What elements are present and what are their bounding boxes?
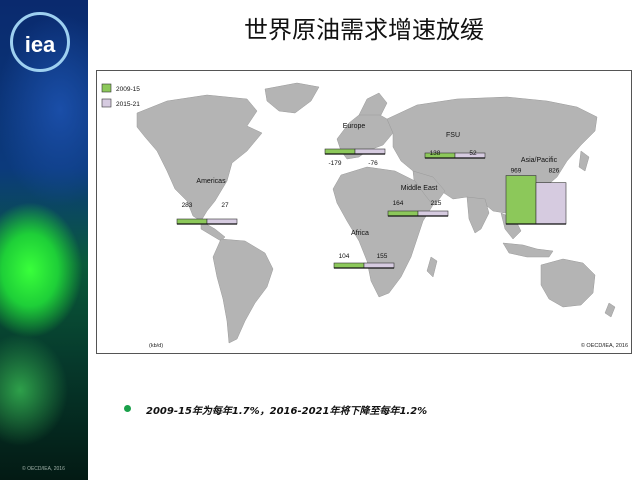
region-label-europe: Europe <box>343 123 366 130</box>
region-label-fsu: FSU <box>446 132 460 139</box>
bar-2009-15-europe <box>324 148 356 155</box>
region-label-asia-pacific: Asia/Pacific <box>521 157 558 164</box>
bar-2015-21-africa <box>363 262 395 269</box>
south-america-shape <box>212 238 274 344</box>
legend: 2009-15 2015-21 <box>101 83 140 108</box>
legend-swatch-2015-21 <box>101 98 112 108</box>
value-label-2009-15-africa: 104 <box>339 253 350 260</box>
value-label-2015-21-europe: -76 <box>368 160 378 167</box>
japan-shape <box>578 150 590 172</box>
new-zealand-shape <box>604 302 616 318</box>
map-chart: 2009-15 2015-21 283 27 Americas -179 -76 Euro… <box>96 70 632 354</box>
value-label-2009-15-middle-east: 164 <box>393 200 404 207</box>
indonesia-shape <box>502 242 554 258</box>
bar-2015-21-asia-pacific <box>535 182 567 225</box>
value-label-2015-21-fsu: 52 <box>469 150 477 157</box>
greenland-shape <box>264 82 320 114</box>
map-svg: 2009-15 2015-21 283 27 Americas -179 -76 Euro… <box>101 82 628 349</box>
bar-2015-21-middle-east <box>417 210 449 217</box>
bar-2009-15-asia-pacific <box>505 175 537 225</box>
scandinavia-shape <box>358 92 388 116</box>
value-label-2009-15-americas: 283 <box>182 202 193 209</box>
legend-label-2015-21: 2015-21 <box>116 101 140 108</box>
bar-2015-21-americas <box>206 218 238 225</box>
footer-credit: © OECD/IEA, 2016 <box>22 466 65 472</box>
bar-2009-15-africa <box>333 262 365 269</box>
region-label-africa: Africa <box>351 230 369 237</box>
slide-title: 世界原油需求增速放缓 <box>244 16 484 44</box>
bullet-dot <box>124 405 131 412</box>
unit-label: (kb/d) <box>149 343 163 349</box>
logo-text: iea <box>24 32 56 57</box>
north-america-shape <box>136 94 263 222</box>
bar-2009-15-americas <box>176 218 208 225</box>
bar-2015-21-europe <box>354 148 386 155</box>
value-label-2015-21-middle-east: 215 <box>431 200 442 207</box>
legend-swatch-2009-15 <box>101 83 112 93</box>
value-label-2009-15-europe: -179 <box>328 160 341 167</box>
madagascar-shape <box>426 256 438 278</box>
value-label-2015-21-americas: 27 <box>221 202 229 209</box>
copyright-label: © OECD/IEA, 2016 <box>581 342 628 349</box>
value-label-2009-15-asia-pacific: 969 <box>511 168 522 175</box>
value-label-2015-21-africa: 155 <box>377 253 388 260</box>
region-label-americas: Americas <box>196 178 226 185</box>
bullet-text: 2009-15年为每年1.7%，2016-2021年将下降至每年1.2% <box>146 406 428 417</box>
india-shape <box>466 196 490 234</box>
value-label-2009-15-fsu: 138 <box>430 150 441 157</box>
legend-label-2009-15: 2009-15 <box>116 86 140 93</box>
value-label-2015-21-asia-pacific: 826 <box>549 168 560 175</box>
sidebar-background: iea © OECD/IEA, 2016 <box>0 0 88 480</box>
bar-2009-15-middle-east <box>387 210 419 217</box>
region-label-middle-east: Middle East <box>401 185 438 192</box>
australia-shape <box>540 258 596 308</box>
